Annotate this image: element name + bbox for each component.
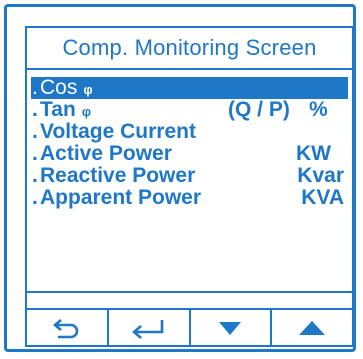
- down-button[interactable]: [191, 310, 273, 345]
- softkey-bar: [27, 308, 352, 345]
- menu-item-voltage-current[interactable]: . Voltage Current: [31, 121, 348, 143]
- menu-item-label: Cos: [40, 76, 78, 99]
- menu-item-label: Active Power: [40, 142, 172, 165]
- status-divider: [27, 291, 352, 293]
- menu-bullet: .: [32, 164, 38, 187]
- menu-bullet: .: [32, 98, 38, 121]
- lcd-screen: Comp. Monitoring Screen . Cos φ . Tan φ (Q…: [25, 26, 354, 347]
- back-button[interactable]: [27, 310, 109, 345]
- menu-list: . Cos φ . Tan φ (Q / P) % . Voltage Curren…: [31, 77, 348, 209]
- enter-arrow-icon: [131, 319, 163, 339]
- menu-bullet: .: [32, 142, 38, 165]
- menu-bullet: .: [32, 120, 38, 143]
- screen-title: Comp. Monitoring Screen: [27, 28, 352, 70]
- menu-item-unit: KVA: [301, 186, 344, 209]
- menu-item-label: Tan: [40, 98, 76, 121]
- menu-item-unit: Kvar: [297, 164, 344, 187]
- enter-button[interactable]: [109, 310, 191, 345]
- menu-item-label: Voltage Current: [40, 120, 196, 143]
- menu-item-apparent-power[interactable]: . Apparent Power KVA: [31, 187, 348, 209]
- menu-item-tan-phi[interactable]: . Tan φ (Q / P) %: [31, 99, 348, 121]
- menu-item-active-power[interactable]: . Active Power KW: [31, 143, 348, 165]
- triangle-up-icon: [299, 320, 326, 335]
- up-button[interactable]: [272, 310, 352, 345]
- device-frame: Comp. Monitoring Screen . Cos φ . Tan φ (Q…: [4, 4, 356, 352]
- menu-item-unit: %: [309, 98, 328, 121]
- menu-item-label: Reactive Power: [40, 164, 196, 187]
- phi-symbol: φ: [81, 104, 92, 119]
- menu-item-label: Apparent Power: [40, 186, 202, 209]
- menu-item-cos-phi[interactable]: . Cos φ: [31, 77, 348, 99]
- menu-bullet: .: [32, 76, 38, 99]
- phi-symbol: φ: [83, 82, 93, 97]
- menu-item-reactive-power[interactable]: . Reactive Power Kvar: [31, 165, 348, 187]
- menu-item-formula: (Q / P): [228, 98, 290, 121]
- triangle-down-icon: [219, 321, 242, 335]
- menu-bullet: .: [32, 186, 38, 209]
- back-arrow-icon: [52, 318, 79, 338]
- menu-item-unit: KW: [296, 142, 331, 165]
